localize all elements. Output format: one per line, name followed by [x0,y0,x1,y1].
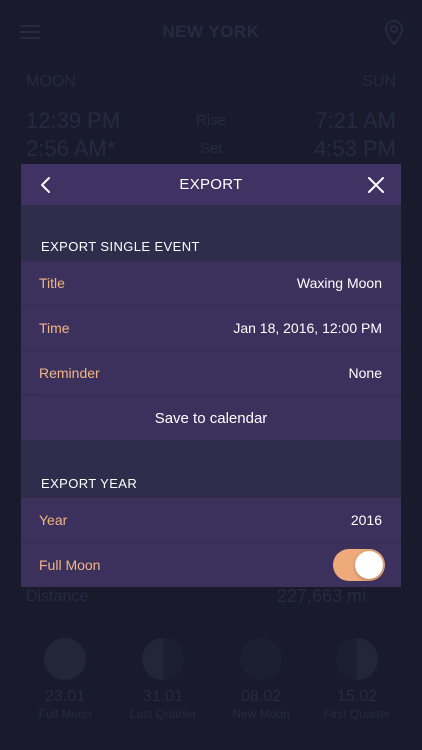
phase-name: Last Quarter [129,707,197,721]
first-quarter-icon [336,638,378,680]
section-export-year: EXPORT YEAR [41,476,138,491]
phase-name: Full Moon [38,707,92,721]
phase-item[interactable]: 15.02 First Quarter [307,638,407,722]
full-moon-toggle[interactable] [333,549,385,581]
sun-rise-time: 7:21 AM [315,108,396,133]
year-value: 2016 [350,512,382,528]
moon-label: MOON [26,73,76,90]
toggle-knob [355,551,383,579]
export-modal: EXPORT EXPORT SINGLE EVENT Title Waxing … [21,164,401,587]
year-label: Year [39,512,68,528]
full-moon-label: Full Moon [39,557,101,573]
new-moon-icon [240,638,282,680]
time-row[interactable]: Time Jan 18, 2016, 12:00 PM [21,306,401,350]
location-pin-icon[interactable] [384,20,404,46]
city-title: NEW YORK [162,22,260,41]
time-value: Jan 18, 2016, 12:00 PM [233,320,382,336]
save-to-calendar-button[interactable]: Save to calendar [21,396,401,440]
phase-date: 15.02 [336,688,378,705]
distance-label: Distance [26,588,89,605]
reminder-label: Reminder [39,365,100,381]
year-row[interactable]: Year 2016 [21,498,401,542]
phase-date: 23.01 [44,688,86,705]
sun-label: SUN [362,73,396,90]
modal-title: EXPORT [179,176,243,193]
rise-label: Rise [196,112,227,129]
full-moon-row: Full Moon [21,543,401,587]
app-header: NEW YORK [0,0,422,62]
section-export-single-event: EXPORT SINGLE EVENT [41,239,200,254]
phase-name: First Quarter [323,707,391,721]
save-to-calendar-label: Save to calendar [154,410,268,427]
title-value: Waxing Moon [296,275,382,291]
phase-date: 31.01 [142,688,184,705]
set-label: Set [200,140,223,157]
phase-strip: 23.01 Full Moon 31.01 Last Quarter 08.02… [0,638,422,738]
distance-value: 227,663 mi [276,586,366,606]
full-moon-icon [44,638,86,680]
reminder-row[interactable]: Reminder None [21,351,401,395]
phase-date: 08.02 [240,688,282,705]
title-row[interactable]: Title Waxing Moon [21,261,401,305]
phase-item[interactable]: 08.02 New Moon [211,638,311,722]
phase-item[interactable]: 31.01 Last Quarter [113,638,213,722]
title-label: Title [39,275,65,291]
sun-set-time: 4:53 PM [314,136,396,161]
time-label: Time [39,320,70,336]
moon-rise-time: 12:39 PM [26,108,121,133]
phase-item[interactable]: 23.01 Full Moon [15,638,115,722]
last-quarter-icon [142,638,184,680]
modal-header: EXPORT [21,164,401,205]
phase-name: New Moon [232,707,290,721]
reminder-value: None [348,365,382,381]
close-icon[interactable] [365,174,387,196]
moon-set-time: 2:56 AM* [26,136,116,161]
